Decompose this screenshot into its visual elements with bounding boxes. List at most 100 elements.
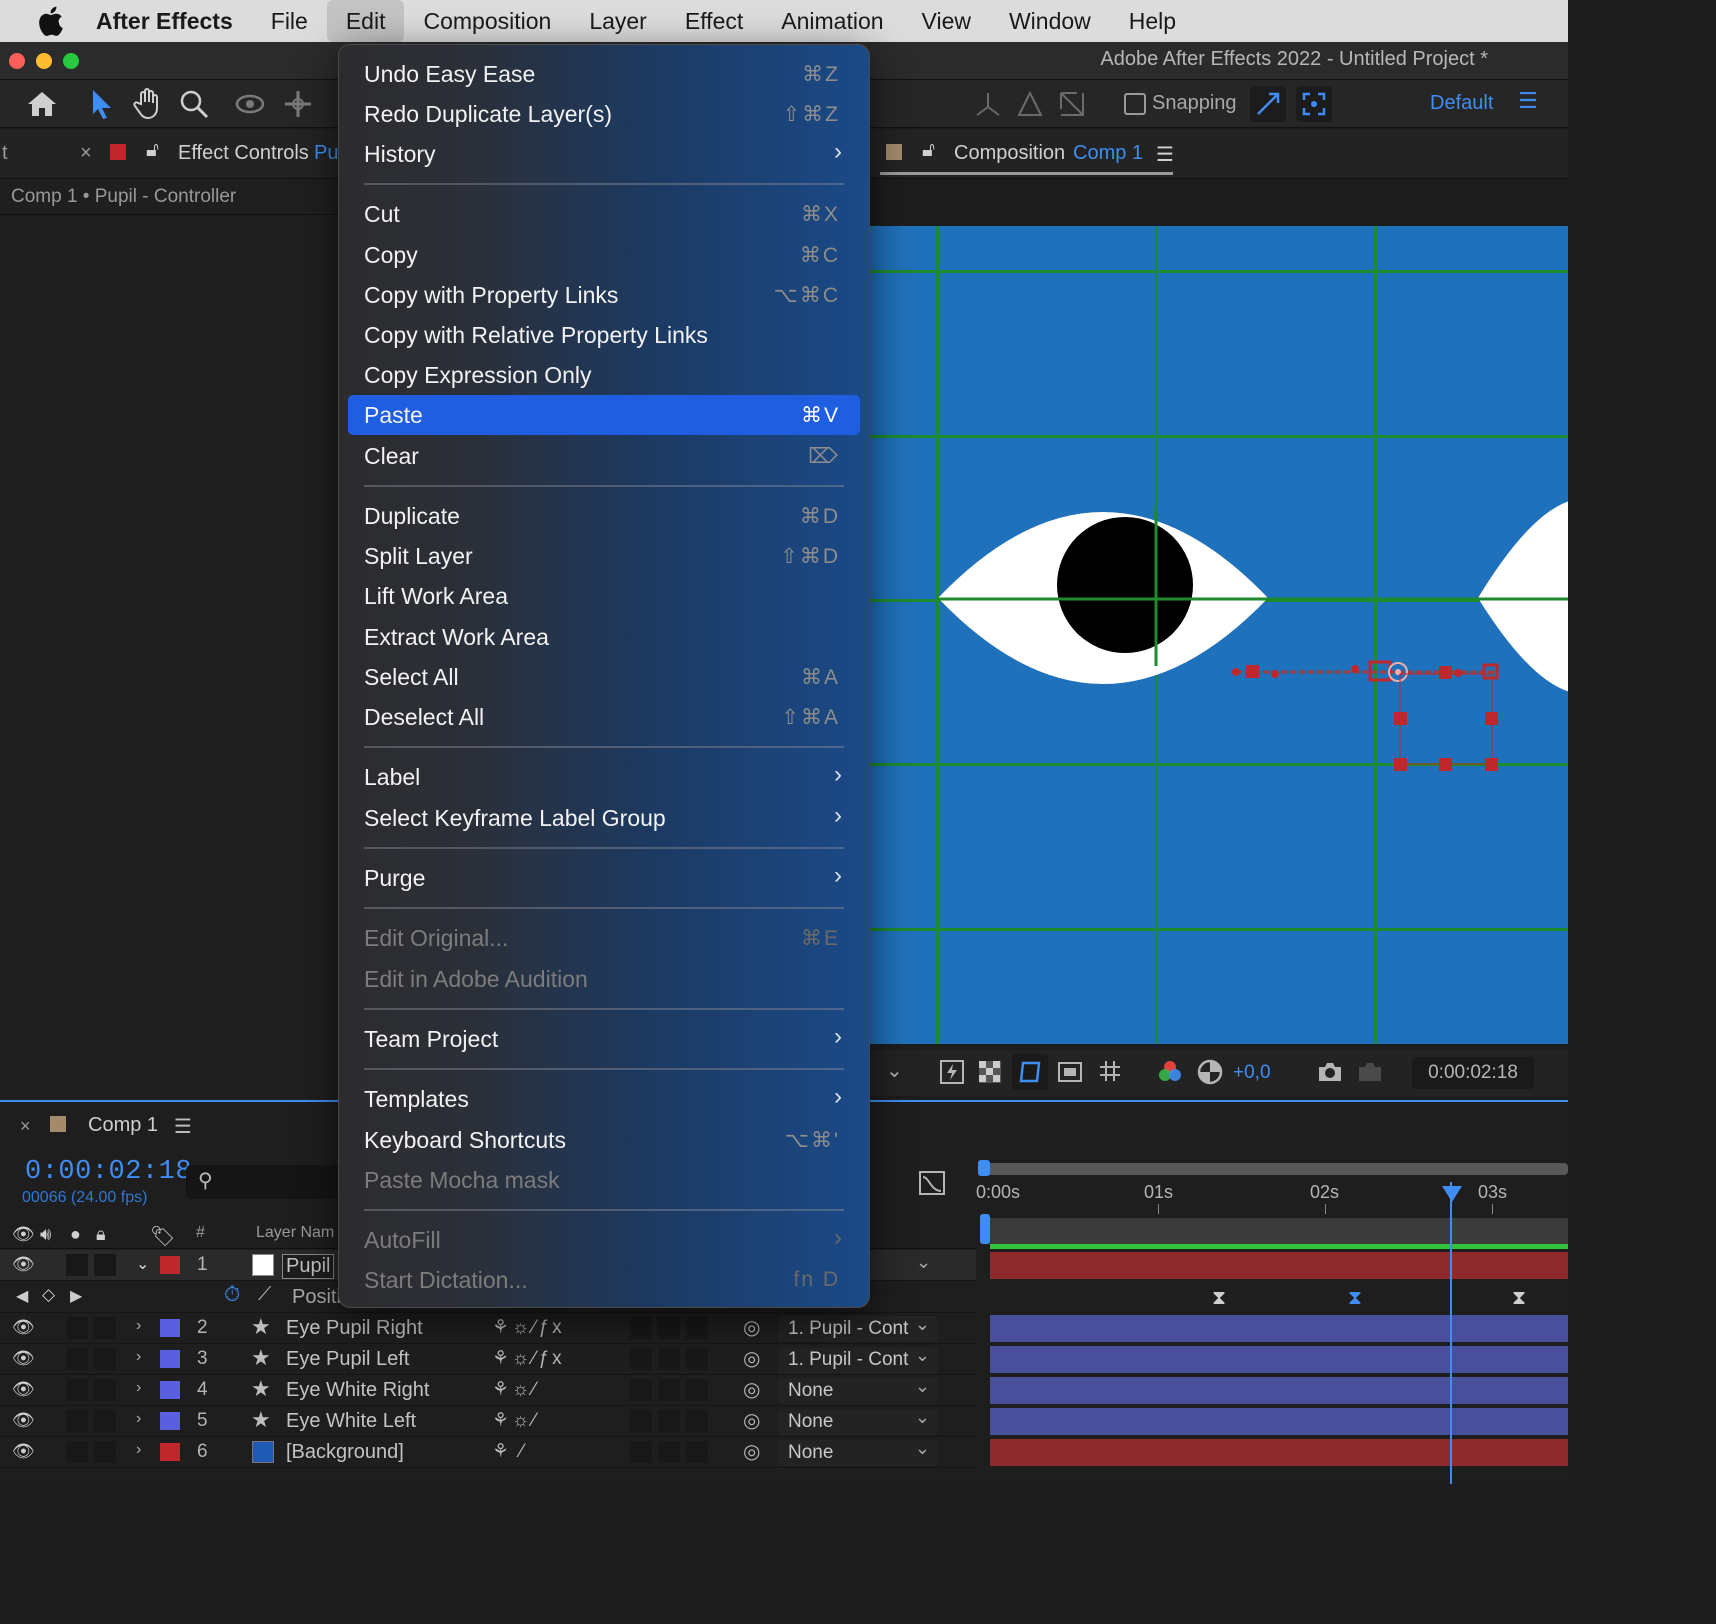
layer-bar-1[interactable] <box>990 1252 1568 1279</box>
menu-item-clear[interactable]: Clear ⌦ <box>348 436 860 476</box>
parent-dropdown[interactable]: None <box>778 1373 938 1404</box>
layer-bar-5[interactable] <box>990 1408 1568 1435</box>
composition-menu-icon[interactable]: ☰ <box>1156 142 1174 167</box>
menu-item-copy-expression-only[interactable]: Copy Expression Only <box>348 355 860 395</box>
lock-cell[interactable] <box>94 1254 116 1276</box>
minimize-window-button[interactable] <box>36 53 52 69</box>
parent-dropdown[interactable]: None <box>778 1404 938 1435</box>
work-area-bar[interactable] <box>986 1218 1568 1244</box>
menu-item-split-layer[interactable]: Split Layer ⇧⌘D <box>348 536 860 576</box>
mode-cell[interactable] <box>630 1348 652 1370</box>
left-panel-tab-fragment[interactable]: t <box>2 142 8 165</box>
current-time-display[interactable]: 0:00:02:18 <box>25 1157 192 1187</box>
mode-cell[interactable] <box>658 1410 680 1432</box>
layer-bar-6[interactable] <box>990 1439 1568 1466</box>
composition-canvas[interactable] <box>870 226 1568 1044</box>
visibility-eye-icon[interactable]: 👁︎ <box>12 1317 35 1338</box>
layer-switches[interactable]: ⚘☼⁄ <box>492 1409 539 1432</box>
lock-icon[interactable]: 🔓︎ <box>146 139 159 162</box>
label-header-icon[interactable]: 🏷︎ <box>150 1224 175 1249</box>
home-icon[interactable] <box>24 86 60 122</box>
lock-cell[interactable] <box>94 1317 116 1339</box>
mode-cell[interactable] <box>686 1379 708 1401</box>
pick-whip-icon[interactable]: ◎ <box>743 1346 760 1371</box>
expand-chevron-icon[interactable]: › <box>136 1441 141 1459</box>
keyframe-track[interactable] <box>990 1283 1568 1313</box>
collapse-chevron-icon[interactable]: ⌄ <box>136 1254 149 1274</box>
menu-help[interactable]: Help <box>1110 0 1195 42</box>
layer-name[interactable]: Eye Pupil Left <box>286 1348 409 1371</box>
mode-cell[interactable] <box>630 1441 652 1463</box>
grid-guides-icon[interactable] <box>1092 1054 1128 1090</box>
expand-chevron-icon[interactable]: › <box>136 1410 141 1428</box>
layer-label-color[interactable] <box>160 1319 180 1337</box>
anchor-point-tool-icon[interactable] <box>280 86 316 122</box>
graph-icon[interactable]: ⟋ <box>258 1284 271 1306</box>
axis-view-icon[interactable] <box>1054 86 1090 122</box>
menu-item-deselect-all[interactable]: Deselect All ⇧⌘A <box>348 697 860 737</box>
layer-label-color[interactable] <box>160 1350 180 1368</box>
layer-switches[interactable]: ⚘☼⁄ƒx <box>492 1316 565 1339</box>
close-timeline-icon[interactable]: × <box>20 1116 31 1137</box>
menu-edit[interactable]: Edit <box>326 0 405 42</box>
menu-item-label[interactable]: Label › <box>348 757 860 797</box>
menu-item-paste[interactable]: Paste ⌘V <box>348 395 860 435</box>
menu-item-duplicate[interactable]: Duplicate ⌘D <box>348 496 860 536</box>
visibility-eye-icon[interactable]: 👁︎ <box>12 1410 35 1431</box>
axis-world-icon[interactable] <box>1012 86 1048 122</box>
mode-cell[interactable] <box>630 1317 652 1339</box>
menu-item-select-keyframe-label-group[interactable]: Select Keyframe Label Group › <box>348 798 860 838</box>
menu-file[interactable]: File <box>252 0 327 42</box>
effect-controls-tab[interactable]: Effect Controls <box>178 142 309 165</box>
time-navigator[interactable] <box>986 1163 1568 1175</box>
close-window-button[interactable] <box>9 53 25 69</box>
lock-cell[interactable] <box>94 1410 116 1432</box>
audio-cell[interactable] <box>66 1348 88 1370</box>
menu-item-lift-work-area[interactable]: Lift Work Area <box>348 576 860 616</box>
stopwatch-icon[interactable]: ⏱︎ <box>224 1283 240 1307</box>
mode-cell[interactable] <box>658 1317 680 1339</box>
parent-dropdown[interactable]: None <box>778 1435 938 1466</box>
layer-row-3[interactable]: 👁︎ › 3 ★ Eye Pupil Left ⚘☼⁄ƒx ◎ 1. Pupil… <box>0 1342 976 1375</box>
audio-cell[interactable] <box>66 1317 88 1339</box>
pick-whip-icon[interactable]: ◎ <box>743 1408 760 1433</box>
visibility-eye-icon[interactable]: 👁︎ <box>12 1348 35 1369</box>
layer-label-color[interactable] <box>160 1412 180 1430</box>
zoom-tool-icon[interactable] <box>176 86 212 122</box>
transparency-grid-icon[interactable] <box>972 1054 1008 1090</box>
layer-name[interactable]: [Background] <box>286 1441 404 1464</box>
snapping-checkbox[interactable] <box>1124 93 1146 115</box>
menu-item-copy-with-property-links[interactable]: Copy with Property Links ⌥⌘C <box>348 275 860 315</box>
show-snapshot-icon[interactable] <box>1352 1054 1388 1090</box>
parent-dropdown[interactable]: 1. Pupil - Cont <box>778 1342 938 1373</box>
layer-bar-2[interactable] <box>990 1315 1568 1342</box>
menu-item-copy-with-relative-property-links[interactable]: Copy with Relative Property Links <box>348 315 860 355</box>
channels-icon[interactable] <box>1152 1054 1188 1090</box>
audio-cell[interactable] <box>66 1379 88 1401</box>
menu-item-extract-work-area[interactable]: Extract Work Area <box>348 617 860 657</box>
mode-cell[interactable] <box>658 1379 680 1401</box>
layer-switches[interactable]: ⚘☼⁄ <box>492 1378 539 1401</box>
menu-item-redo-duplicate-layer-s[interactable]: Redo Duplicate Layer(s) ⇧⌘Z <box>348 94 860 134</box>
apple-menu-icon[interactable] <box>26 0 74 42</box>
playhead[interactable] <box>1450 1182 1452 1484</box>
menu-item-cut[interactable]: Cut ⌘X <box>348 194 860 234</box>
menu-item-keyboard-shortcuts[interactable]: Keyboard Shortcuts ⌥⌘' <box>348 1120 860 1160</box>
pick-whip-icon[interactable]: ◎ <box>743 1439 760 1464</box>
snapshot-camera-icon[interactable] <box>1312 1054 1348 1090</box>
solo-header-icon[interactable]: ● <box>70 1224 81 1245</box>
composition-name[interactable]: Comp 1 <box>1073 142 1143 165</box>
visibility-eye-icon[interactable]: 👁︎ <box>12 1441 35 1462</box>
audio-cell[interactable] <box>66 1441 88 1463</box>
keyframe-easy-ease-icon[interactable]: ⧗ <box>1512 1287 1526 1310</box>
audio-cell[interactable] <box>66 1410 88 1432</box>
menu-item-team-project[interactable]: Team Project › <box>348 1019 860 1059</box>
color-management-icon[interactable] <box>1192 1054 1228 1090</box>
axis-local-icon[interactable] <box>970 86 1006 122</box>
composition-tab[interactable]: Composition <box>954 142 1065 165</box>
graph-editor-icon[interactable] <box>914 1164 950 1200</box>
layer-name[interactable]: Pupil <box>282 1254 335 1279</box>
layer-switches[interactable]: ⚘ ⁄ <box>492 1440 527 1463</box>
layer-bar-3[interactable] <box>990 1346 1568 1373</box>
lock-cell[interactable] <box>94 1441 116 1463</box>
